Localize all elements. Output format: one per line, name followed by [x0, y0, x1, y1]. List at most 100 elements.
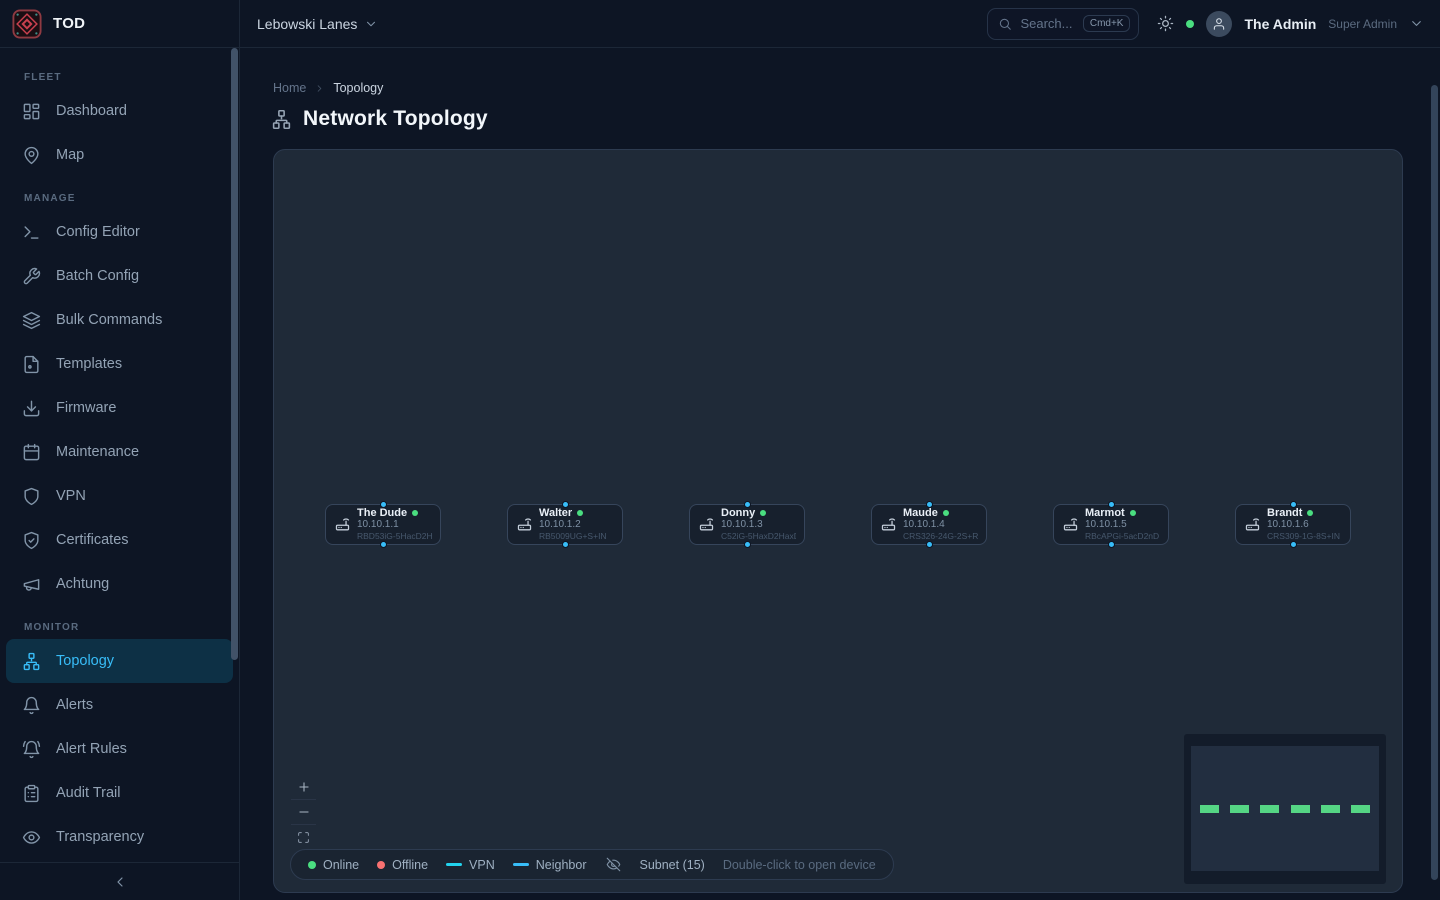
node-name: Brandt — [1267, 507, 1302, 519]
sidebar-item-label: VPN — [56, 488, 86, 504]
node-model: RB5009UG+S+IN — [539, 531, 607, 542]
node-status-dot — [577, 510, 583, 516]
node-status-dot — [1130, 510, 1136, 516]
minimap-node — [1291, 805, 1310, 813]
node-model: RBD53iG-5HacD2HnD — [357, 531, 432, 542]
connection-handle-top[interactable] — [1108, 501, 1115, 508]
user-icon — [1212, 17, 1226, 31]
minimap-node — [1230, 805, 1249, 813]
connection-handle-bottom[interactable] — [744, 541, 751, 548]
sidebar-item-audit-trail[interactable]: Audit Trail — [6, 771, 233, 815]
node-ip: 10.10.1.1 — [357, 519, 432, 532]
sidebar-item-alert-rules[interactable]: Alert Rules — [6, 727, 233, 771]
device-node-marmot[interactable]: Marmot10.10.1.5RBcAPGi-5acD2nD — [1053, 504, 1169, 545]
node-ip: 10.10.1.3 — [721, 519, 796, 532]
node-status-dot — [943, 510, 949, 516]
avatar[interactable] — [1206, 11, 1232, 37]
brand-logo-icon — [12, 9, 42, 39]
nav-section-title: MONITOR — [0, 612, 239, 639]
legend-neighbor-label: Neighbor — [536, 858, 587, 872]
connection-handle-bottom[interactable] — [1108, 541, 1115, 548]
fit-view-button[interactable] — [291, 824, 316, 849]
sidebar-item-label: Templates — [56, 356, 122, 372]
connection-handle-top[interactable] — [744, 501, 751, 508]
neighbor-line-swatch — [513, 863, 529, 866]
user-menu-chevron-icon[interactable] — [1409, 16, 1424, 31]
sidebar-item-dashboard[interactable]: Dashboard — [6, 89, 233, 133]
legend-online-label: Online — [323, 858, 359, 872]
router-icon — [698, 516, 715, 533]
sidebar-item-alerts[interactable]: Alerts — [6, 683, 233, 727]
search-input[interactable]: Search... Cmd+K — [987, 8, 1139, 40]
search-icon — [998, 17, 1012, 31]
connection-handle-bottom[interactable] — [562, 541, 569, 548]
device-node-the-dude[interactable]: The Dude10.10.1.1RBD53iG-5HacD2HnD — [325, 504, 441, 545]
zoom-out-button[interactable] — [291, 799, 316, 824]
legend-bar: Online Offline VPN Neighbor Subnet (15) … — [290, 849, 894, 880]
shield-icon — [22, 487, 41, 506]
connection-handle-top[interactable] — [926, 501, 933, 508]
sidebar-item-templates[interactable]: Templates — [6, 342, 233, 386]
sidebar-item-map[interactable]: Map — [6, 133, 233, 177]
legend-subnet-label[interactable]: Subnet (15) — [639, 858, 704, 872]
device-node-walter[interactable]: Walter10.10.1.2RB5009UG+S+IN — [507, 504, 623, 545]
sidebar-item-topology[interactable]: Topology — [6, 639, 233, 683]
eye-off-icon[interactable] — [606, 857, 621, 872]
logo-block[interactable]: TOD — [0, 0, 240, 48]
sidebar-item-label: Topology — [56, 653, 114, 669]
workspace-switcher[interactable]: Lebowski Lanes — [240, 16, 378, 32]
node-status-dot — [1307, 510, 1313, 516]
app-root: TOD Lebowski Lanes Search... Cmd+K The A… — [0, 0, 1440, 900]
legend-vpn: VPN — [446, 858, 495, 872]
shield-check-icon — [22, 531, 41, 550]
device-node-donny[interactable]: Donny10.10.1.3C52iG-5HaxD2HaxD-US — [689, 504, 805, 545]
clipboard-icon — [22, 784, 41, 803]
topology-canvas[interactable]: The Dude10.10.1.1RBD53iG-5HacD2HnD Walter… — [273, 149, 1403, 893]
wrench-icon — [22, 267, 41, 286]
sidebar-item-label: Certificates — [56, 532, 129, 548]
sidebar: FLEETDashboardMapMANAGEConfig EditorBatc… — [0, 48, 240, 900]
sidebar-collapse-button[interactable] — [112, 874, 128, 890]
sidebar-item-label: Alerts — [56, 697, 93, 713]
node-status-dot — [412, 510, 418, 516]
breadcrumb-current: Topology — [333, 81, 383, 95]
connection-handle-bottom[interactable] — [926, 541, 933, 548]
sidebar-item-firmware[interactable]: Firmware — [6, 386, 233, 430]
minimap[interactable] — [1184, 734, 1386, 884]
node-ip: 10.10.1.4 — [903, 519, 978, 532]
sidebar-scrollbar[interactable] — [231, 48, 238, 660]
page-scrollbar[interactable] — [1431, 85, 1438, 880]
theme-toggle-sun-icon[interactable] — [1157, 15, 1174, 32]
minimap-node — [1260, 805, 1279, 813]
sidebar-item-certificates[interactable]: Certificates — [6, 518, 233, 562]
topology-title-icon — [271, 109, 292, 130]
device-node-brandt[interactable]: Brandt10.10.1.6CRS309-1G-8S+IN — [1235, 504, 1351, 545]
router-icon — [1062, 516, 1079, 533]
map-pin-icon — [22, 146, 41, 165]
connection-handle-bottom[interactable] — [380, 541, 387, 548]
zoom-in-button[interactable] — [291, 774, 316, 799]
chevron-right-icon — [314, 83, 325, 94]
connection-handle-bottom[interactable] — [1290, 541, 1297, 548]
sidebar-item-achtung[interactable]: Achtung — [6, 562, 233, 606]
router-icon — [1244, 516, 1261, 533]
connection-handle-top[interactable] — [562, 501, 569, 508]
breadcrumb: Home Topology — [273, 81, 383, 95]
chevron-down-icon — [364, 17, 378, 31]
connection-handle-top[interactable] — [1290, 501, 1297, 508]
connection-handle-top[interactable] — [380, 501, 387, 508]
sidebar-item-label: Config Editor — [56, 224, 140, 240]
sidebar-item-config-editor[interactable]: Config Editor — [6, 210, 233, 254]
device-node-maude[interactable]: Maude10.10.1.4CRS326-24G-2S+RM — [871, 504, 987, 545]
sidebar-item-transparency[interactable]: Transparency — [6, 815, 233, 859]
breadcrumb-home[interactable]: Home — [273, 81, 306, 95]
sidebar-item-vpn[interactable]: VPN — [6, 474, 233, 518]
dashboard-icon — [22, 102, 41, 121]
sidebar-item-maintenance[interactable]: Maintenance — [6, 430, 233, 474]
node-status-dot — [760, 510, 766, 516]
sidebar-item-batch-config[interactable]: Batch Config — [6, 254, 233, 298]
sidebar-item-bulk-commands[interactable]: Bulk Commands — [6, 298, 233, 342]
topology-icon — [22, 652, 41, 671]
sidebar-item-label: Firmware — [56, 400, 116, 416]
workspace-name: Lebowski Lanes — [257, 16, 357, 32]
